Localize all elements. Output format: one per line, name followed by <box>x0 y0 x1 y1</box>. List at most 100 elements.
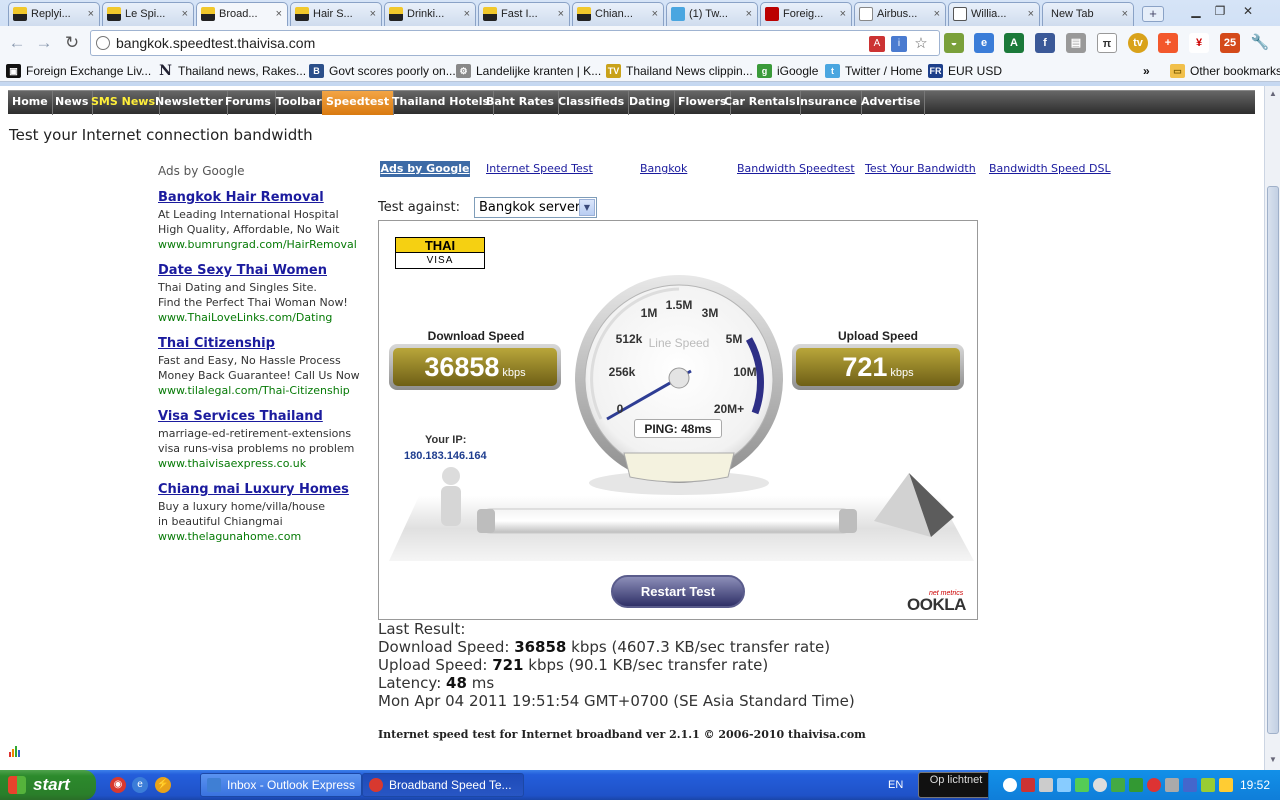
close-icon[interactable]: × <box>746 3 752 25</box>
reload-icon[interactable]: ↻ <box>61 32 83 54</box>
forward-icon[interactable]: → <box>33 32 55 54</box>
ookla-logo[interactable]: OOKLA <box>907 595 966 615</box>
restart-test-button[interactable]: Restart Test <box>611 575 745 608</box>
extension-plus-icon[interactable]: + <box>1158 33 1178 53</box>
extension-tv-icon[interactable]: tv <box>1128 33 1148 53</box>
extension-ie-icon[interactable]: e <box>974 33 994 53</box>
nav-advertise[interactable]: Advertise <box>857 91 926 115</box>
minimize-button[interactable]: ▁ <box>1184 2 1208 20</box>
ad-url[interactable]: www.thaivisaexpress.co.uk <box>158 456 378 471</box>
scroll-up-icon[interactable]: ▲ <box>1267 88 1279 100</box>
new-tab-button[interactable]: + <box>1142 6 1164 22</box>
ad-title-link[interactable]: Visa Services Thailand <box>158 409 378 426</box>
tab-8[interactable]: Foreig... × <box>760 2 852 26</box>
nav-speedtest[interactable]: Speedtest <box>322 91 395 115</box>
nav-car-rentals[interactable]: Car Rentals <box>720 91 801 115</box>
extension-badge-icon[interactable]: 25 <box>1220 33 1240 53</box>
close-icon[interactable]: × <box>182 3 188 25</box>
back-icon[interactable]: ← <box>6 32 28 54</box>
tray-network-icon[interactable] <box>1057 778 1071 792</box>
link-bandwidth-speedtest[interactable]: Bandwidth Speedtest <box>737 162 855 175</box>
tray-speaker-icon[interactable] <box>1165 778 1179 792</box>
nav-toolbar[interactable]: Toolbar <box>272 91 327 115</box>
tray-app-icon[interactable] <box>1147 778 1161 792</box>
bookmark-1[interactable]: N Thailand news, Rakes... <box>158 62 306 80</box>
tab-9[interactable]: Airbus... × <box>854 2 946 26</box>
tray-display-icon[interactable] <box>1183 778 1197 792</box>
taskbar-outlook-express[interactable]: Inbox - Outlook Express <box>200 773 362 797</box>
other-bookmarks[interactable]: ▭ Other bookmarks <box>1170 62 1280 80</box>
tab-4[interactable]: Drinki... × <box>384 2 476 26</box>
close-icon[interactable]: × <box>88 3 94 25</box>
address-bar[interactable]: bangkok.speedtest.thaivisa.com A i ☆ <box>90 30 940 56</box>
ad-title-link[interactable]: Date Sexy Thai Women <box>158 263 378 280</box>
nav-sms-news[interactable]: SMS News <box>87 91 160 115</box>
nav-dating[interactable]: Dating <box>625 91 676 115</box>
tab-2[interactable]: Broad... × <box>196 2 288 26</box>
tray-wifi-icon[interactable] <box>1111 778 1125 792</box>
start-button[interactable]: start <box>0 770 96 800</box>
tray-update-icon[interactable] <box>1219 778 1233 792</box>
equalizer-icon[interactable] <box>8 744 22 758</box>
bookmark-6[interactable]: t Twitter / Home <box>825 62 922 80</box>
nav-newsletter[interactable]: Newsletter <box>151 91 229 115</box>
ad-url[interactable]: www.bumrungrad.com/HairRemoval <box>158 237 378 252</box>
close-window-button[interactable]: ✕ <box>1236 2 1260 20</box>
close-icon[interactable]: × <box>558 3 564 25</box>
ad-url[interactable]: www.thelagunahome.com <box>158 529 378 544</box>
tray-sync-icon[interactable] <box>1201 778 1215 792</box>
link-bandwidth-speed-dsl[interactable]: Bandwidth Speed DSL <box>989 162 1111 175</box>
tab-11[interactable]: New Tab × <box>1042 2 1134 26</box>
page-scrollbar[interactable]: ▲ ▼ <box>1264 86 1280 770</box>
bookmark-7[interactable]: FR EUR USD <box>928 62 1002 80</box>
nav-forums[interactable]: Forums <box>221 91 276 115</box>
tab-3[interactable]: Hair S... × <box>290 2 382 26</box>
extension-pi-icon[interactable]: π <box>1097 33 1117 53</box>
scrollbar-thumb[interactable] <box>1267 186 1279 734</box>
extension-tool-icon[interactable]: ▤ <box>1066 33 1086 53</box>
extension-basket-icon[interactable]: ◒ <box>944 33 964 53</box>
close-icon[interactable]: × <box>370 3 376 25</box>
tray-monitor-icon[interactable] <box>1021 778 1035 792</box>
ad-title-link[interactable]: Chiang mai Luxury Homes <box>158 482 378 499</box>
op-lichtnet-indicator[interactable]: Op lichtnet <box>918 772 994 798</box>
bookmark-2[interactable]: B Govt scores poorly on... <box>309 62 456 80</box>
ad-title-link[interactable]: Thai Citizenship <box>158 336 378 353</box>
chrome-quicklaunch-icon[interactable]: ◉ <box>110 777 126 793</box>
ad-url[interactable]: www.ThaiLoveLinks.com/Dating <box>158 310 378 325</box>
nav-insurance[interactable]: Insurance <box>792 91 862 115</box>
taskbar-broadband-speed-test[interactable]: Broadband Speed Te... <box>362 773 524 797</box>
link-bangkok[interactable]: Bangkok <box>640 162 687 175</box>
close-icon[interactable]: × <box>464 3 470 25</box>
bookmark-4[interactable]: TV Thailand News clippin... <box>606 62 753 80</box>
wrench-icon[interactable]: 🔧 <box>1250 33 1270 53</box>
server-select[interactable]: Bangkok server ▼ <box>474 197 597 218</box>
tray-arrow-icon[interactable] <box>1003 778 1017 792</box>
close-icon[interactable]: × <box>652 3 658 25</box>
nav-baht-rates[interactable]: Baht Rates <box>482 91 559 115</box>
bookmark-star-icon[interactable]: ☆ <box>913 36 929 52</box>
tray-signal-icon[interactable] <box>1129 778 1143 792</box>
acrobat-icon[interactable]: A <box>869 36 885 52</box>
scroll-down-icon[interactable]: ▼ <box>1267 754 1279 766</box>
nav-classifieds[interactable]: Classifieds <box>554 91 630 115</box>
bookmarks-overflow-chevron[interactable]: » <box>1143 62 1150 80</box>
ads-by-google-badge[interactable]: Ads by Google <box>380 161 470 177</box>
tab-10[interactable]: Willia... × <box>948 2 1040 26</box>
language-indicator[interactable]: EN <box>888 770 903 800</box>
nav-thailand-hotels[interactable]: Thailand Hotels <box>388 91 495 115</box>
tab-7[interactable]: (1) Tw... × <box>666 2 758 26</box>
bookmark-0[interactable]: ▣ Foreign Exchange Liv... <box>6 62 151 80</box>
tray-security-icon[interactable] <box>1075 778 1089 792</box>
facebook-icon[interactable]: f <box>1035 33 1055 53</box>
nav-home[interactable]: Home <box>8 91 53 115</box>
extension-yen-icon[interactable]: ¥ <box>1189 33 1209 53</box>
tab-0[interactable]: Replyi... × <box>8 2 100 26</box>
ad-url[interactable]: www.tilalegal.com/Thai-Citizenship <box>158 383 378 398</box>
close-icon[interactable]: × <box>934 3 940 25</box>
tab-5[interactable]: Fast I... × <box>478 2 570 26</box>
link-test-your-bandwidth[interactable]: Test Your Bandwidth <box>865 162 976 175</box>
bookmark-5[interactable]: g iGoogle <box>757 62 818 80</box>
extension-translate-icon[interactable]: A <box>1004 33 1024 53</box>
tray-bluetooth-icon[interactable] <box>1093 778 1107 792</box>
